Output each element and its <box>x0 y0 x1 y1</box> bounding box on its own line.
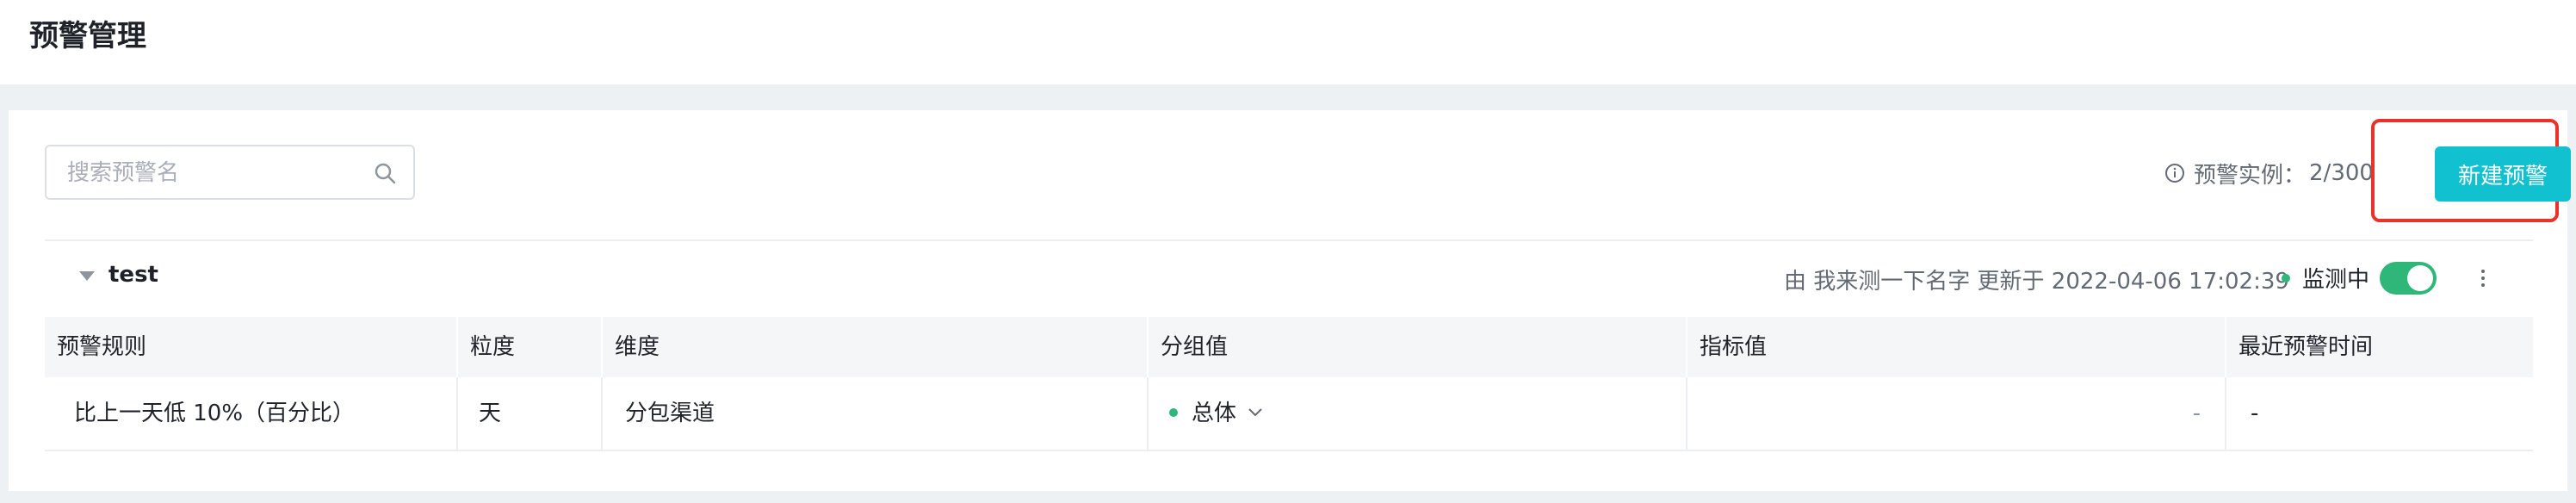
alert-group-header: test 由 我来测一下名字 更新于 2022-04-06 17:02:39 监… <box>45 241 2533 315</box>
search-icon[interactable] <box>374 162 396 184</box>
group-status-dot <box>1169 407 1178 417</box>
alert-panel: 预警实例： 2/300 新建预警 test 由 我来测一下名字 更新于 2022… <box>9 110 2571 491</box>
search-box[interactable] <box>45 145 415 200</box>
quota-value: 2/300 <box>2309 160 2374 186</box>
info-icon <box>2165 164 2184 183</box>
search-input[interactable] <box>65 155 362 191</box>
group-name[interactable]: test <box>108 262 158 288</box>
page-title: 预警管理 <box>29 19 146 53</box>
page-header: 预警管理 <box>0 0 2576 84</box>
cell-granularity: 天 <box>458 377 603 450</box>
group-value-label: 总体 <box>1192 401 1237 426</box>
cell-dimension: 分包渠道 <box>603 377 1149 450</box>
cell-metric: - <box>1687 377 2226 450</box>
table-row: 比上一天低 10%（百分比） 天 分包渠道 总体 - - <box>45 377 2533 451</box>
chevron-down-icon[interactable] <box>1247 406 1264 418</box>
table-header: 预警规则 粒度 维度 分组值 指标值 最近预警时间 <box>45 317 2533 377</box>
new-alert-button[interactable]: 新建预警 <box>2435 146 2571 202</box>
quota-info: 预警实例： 2/300 <box>2164 158 2374 189</box>
header-dimension: 维度 <box>603 317 1149 377</box>
caret-down-icon[interactable] <box>79 271 95 281</box>
cell-rule: 比上一天低 10%（百分比） <box>45 377 458 450</box>
status-dot <box>2282 274 2290 283</box>
header-group-value: 分组值 <box>1149 317 1687 377</box>
header-granularity: 粒度 <box>458 317 603 377</box>
status-label: 监测中 <box>2302 267 2370 293</box>
header-last-alert: 最近预警时间 <box>2239 334 2374 360</box>
cell-group-value[interactable]: 总体 <box>1149 377 1687 450</box>
monitor-toggle[interactable] <box>2380 262 2437 295</box>
more-icon[interactable] <box>2474 264 2492 293</box>
header-rule: 预警规则 <box>45 317 458 377</box>
toggle-knob <box>2407 265 2433 291</box>
quota-label: 预警实例： <box>2194 162 2307 189</box>
header-metric: 指标值 <box>1687 317 2226 377</box>
group-meta: 由 我来测一下名字 更新于 2022-04-06 17:02:39 <box>1784 269 2289 295</box>
cell-last-alert: - <box>2251 401 2259 426</box>
